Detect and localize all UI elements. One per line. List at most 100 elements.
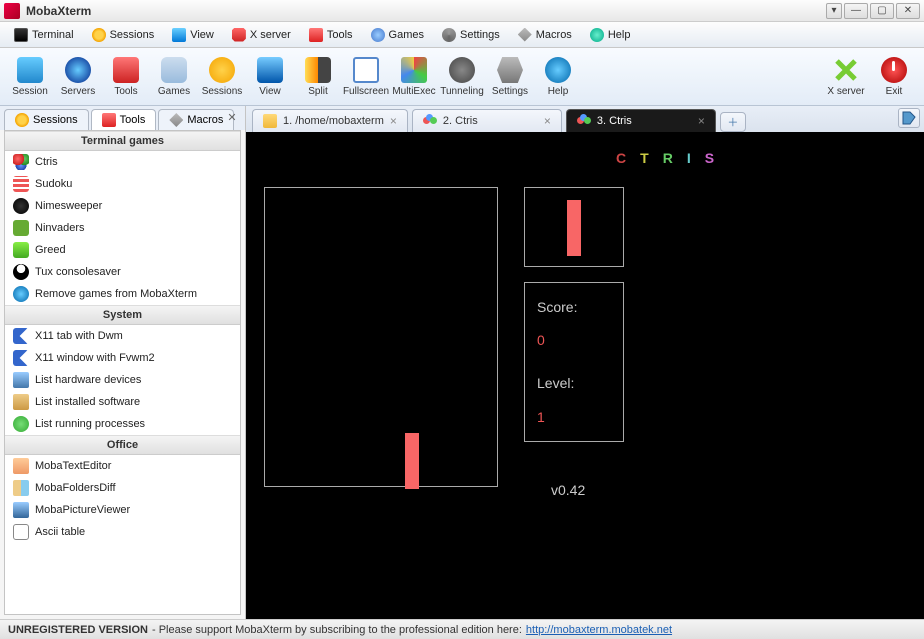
tab-close-icon[interactable]: × — [544, 114, 551, 128]
xblue-icon — [13, 328, 29, 344]
score-label: Score: — [537, 295, 611, 320]
list-item-label: X11 window with Fvwm2 — [35, 352, 155, 364]
tool-help[interactable]: Help — [534, 53, 582, 100]
tool-session[interactable]: Session — [6, 53, 54, 100]
list-item[interactable]: Remove games from MobaXterm — [5, 283, 240, 305]
next-piece — [567, 200, 581, 256]
list-item[interactable]: Ascii table — [5, 521, 240, 543]
next-piece-box — [524, 187, 624, 267]
terminal-tab-2[interactable]: 2. Ctris× — [412, 109, 562, 132]
status-link[interactable]: http://mobaxterm.mobatek.net — [526, 624, 672, 636]
level-value: 1 — [537, 405, 611, 430]
settings-icon — [442, 28, 456, 42]
new-tab-button[interactable]: ＋ — [720, 112, 746, 132]
menu-games[interactable]: Games — [363, 26, 432, 44]
tool-multiexec[interactable]: MultiExec — [390, 53, 438, 100]
category-header[interactable]: Office — [5, 435, 240, 455]
xblue-icon — [13, 350, 29, 366]
close-button[interactable]: ✕ — [896, 3, 920, 19]
sidebar-tab-macros[interactable]: Macros — [158, 109, 234, 130]
invader-icon — [13, 220, 29, 236]
tool-tools[interactable]: Tools — [102, 53, 150, 100]
maximize-button[interactable]: ▢ — [870, 3, 894, 19]
menu-view[interactable]: View — [164, 26, 222, 44]
sidebar-tab-sessions[interactable]: Sessions — [4, 109, 89, 130]
main-toolbar: Session Servers Tools Games Sessions Vie… — [0, 48, 924, 106]
sidebar-close-button[interactable]: ✕ — [225, 110, 239, 124]
sidebar-body[interactable]: Terminal games Ctris Sudoku Nimesweeper Ninv… — [4, 130, 241, 615]
list-item-label: List installed software — [35, 396, 140, 408]
tool-view[interactable]: View — [246, 53, 294, 100]
tool-sessions[interactable]: Sessions — [198, 53, 246, 100]
tab-tag-button[interactable] — [898, 108, 920, 128]
level-label: Level: — [537, 371, 611, 396]
window-menu-button[interactable]: ▾ — [826, 3, 842, 19]
terminal-icon — [14, 28, 28, 42]
menu-terminal[interactable]: Terminal — [6, 26, 82, 44]
list-item-label: List running processes — [35, 418, 145, 430]
list-item[interactable]: Ninvaders — [5, 217, 240, 239]
tool-exit[interactable]: Exit — [870, 53, 918, 100]
title-bar: MobaXterm ▾ — ▢ ✕ — [0, 0, 924, 22]
list-item-label: MobaTextEditor — [35, 460, 111, 472]
tool-games[interactable]: Games — [150, 53, 198, 100]
terminal-tab-1[interactable]: 1. /home/mobaxterm× — [252, 109, 408, 132]
list-item[interactable]: MobaFoldersDiff — [5, 477, 240, 499]
star-icon — [92, 28, 106, 42]
sidebar-tabs: Sessions Tools Macros ✕ — [0, 106, 245, 130]
balls-icon — [13, 154, 29, 170]
tools-icon — [102, 113, 116, 127]
terminal-tab-3[interactable]: 3. Ctris× — [566, 109, 716, 132]
tool-tunneling[interactable]: Tunneling — [438, 53, 486, 100]
list-item[interactable]: Sudoku — [5, 173, 240, 195]
unregistered-label: UNREGISTERED VERSION — [8, 624, 148, 636]
list-item-label: MobaFoldersDiff — [35, 482, 116, 494]
tab-close-icon[interactable]: × — [390, 114, 397, 128]
list-item-label: Ascii table — [35, 526, 85, 538]
games-icon — [371, 28, 385, 42]
category-header[interactable]: Terminal games — [5, 131, 240, 151]
list-item[interactable]: MobaTextEditor — [5, 455, 240, 477]
minimize-button[interactable]: — — [844, 3, 868, 19]
tool-fullscreen[interactable]: Fullscreen — [342, 53, 390, 100]
tool-split[interactable]: Split — [294, 53, 342, 100]
category-header[interactable]: System — [5, 305, 240, 325]
tool-settings[interactable]: Settings — [486, 53, 534, 100]
list-item-label: Nimesweeper — [35, 200, 102, 212]
macros-icon — [169, 113, 183, 127]
terminal-area: 1. /home/mobaxterm× 2. Ctris× 3. Ctris× … — [246, 106, 924, 619]
list-item-label: Sudoku — [35, 178, 72, 190]
list-item[interactable]: X11 window with Fvwm2 — [5, 347, 240, 369]
list-item[interactable]: List running processes — [5, 413, 240, 435]
list-item[interactable]: Tux consolesaver — [5, 261, 240, 283]
menu-macros[interactable]: Macros — [510, 26, 580, 44]
list-item[interactable]: List hardware devices — [5, 369, 240, 391]
menu-help[interactable]: Help — [582, 26, 639, 44]
list-item-label: List hardware devices — [35, 374, 141, 386]
ascii-icon — [13, 524, 29, 540]
list-item[interactable]: Ctris — [5, 151, 240, 173]
list-item[interactable]: Greed — [5, 239, 240, 261]
ctris-icon — [577, 114, 591, 128]
edit-icon — [13, 458, 29, 474]
star-icon — [15, 113, 29, 127]
sidebar-tab-tools[interactable]: Tools — [91, 109, 157, 130]
list-item-label: X11 tab with Dwm — [35, 330, 123, 342]
menu-xserver[interactable]: X server — [224, 26, 299, 44]
list-item-label: Ctris — [35, 156, 58, 168]
tab-close-icon[interactable]: × — [698, 114, 705, 128]
menu-sessions[interactable]: Sessions — [84, 26, 163, 44]
tool-servers[interactable]: Servers — [54, 53, 102, 100]
list-item[interactable]: List installed software — [5, 391, 240, 413]
list-item[interactable]: X11 tab with Dwm — [5, 325, 240, 347]
list-item[interactable]: Nimesweeper — [5, 195, 240, 217]
main-area: Sessions Tools Macros ✕ Terminal games Ct… — [0, 106, 924, 619]
score-value: 0 — [537, 328, 611, 353]
list-item[interactable]: MobaPictureViewer — [5, 499, 240, 521]
grid-icon — [13, 176, 29, 192]
menu-tools[interactable]: Tools — [301, 26, 361, 44]
terminal-content[interactable]: CTRIS Score: 0 Level: 1 v0.42 — [246, 132, 924, 619]
falling-piece — [405, 433, 419, 489]
tool-xserver[interactable]: X server — [822, 53, 870, 100]
menu-settings[interactable]: Settings — [434, 26, 508, 44]
